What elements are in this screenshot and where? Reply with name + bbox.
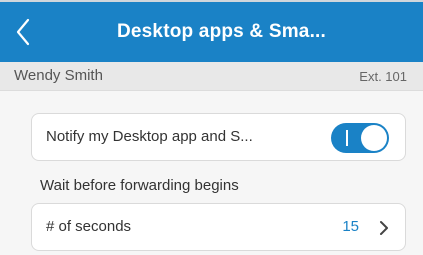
notify-desktop-row: Notify my Desktop app and S... — [31, 113, 406, 161]
user-name: Wendy Smith — [14, 67, 103, 84]
seconds-value: 15 — [342, 218, 359, 235]
seconds-label: # of seconds — [46, 218, 132, 235]
notify-desktop-label: Notify my Desktop app and S... — [46, 128, 253, 145]
page-title: Desktop apps & Sma... — [116, 21, 327, 42]
toggle-on-mark — [346, 130, 348, 146]
back-button[interactable] — [6, 12, 40, 52]
notify-desktop-toggle[interactable] — [331, 123, 389, 153]
forwarding-section-label: Wait before forwarding begins — [40, 177, 239, 194]
chevron-left-icon — [16, 18, 30, 46]
user-extension: Ext. 101 — [359, 69, 407, 84]
seconds-row[interactable]: # of seconds 15 — [31, 203, 406, 251]
user-info-bar: Wendy Smith Ext. 101 — [0, 62, 423, 91]
chevron-right-icon — [377, 219, 391, 237]
header-bar: Desktop apps & Sma... — [0, 0, 423, 62]
toggle-knob — [361, 125, 387, 151]
screen: Desktop apps & Sma... Wendy Smith Ext. 1… — [0, 0, 423, 255]
